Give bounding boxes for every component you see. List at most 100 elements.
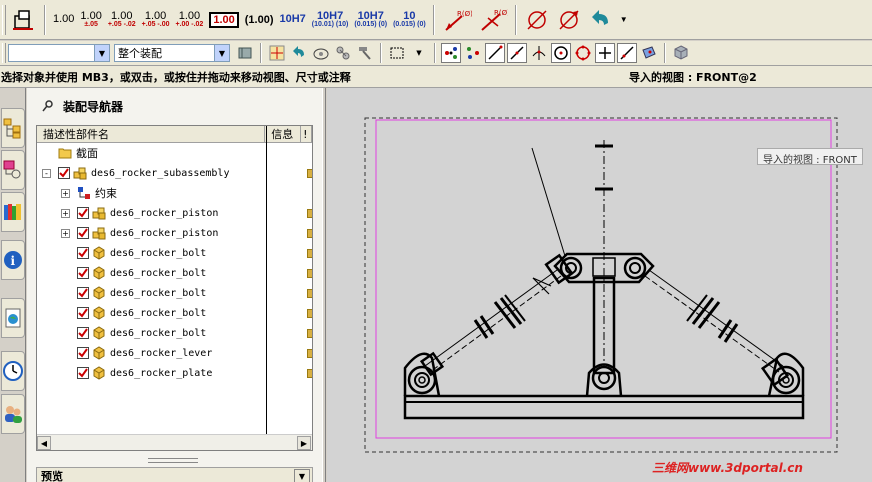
snap-control-button[interactable] [463,43,483,63]
dim-format-button-3[interactable]: 1.00 +.05 -.00 [142,4,170,36]
toolbar-grip[interactable] [2,4,6,35]
reset-filter-button[interactable] [289,43,309,63]
history-tab[interactable] [1,351,25,391]
diameter-button[interactable] [524,4,550,36]
visibility-checkbox[interactable] [77,307,89,319]
tree-row[interactable]: des6_rocker_bolt [37,243,312,263]
expand-icon[interactable]: + [61,208,70,218]
web-browser-tab[interactable] [1,298,25,338]
drafting-view-button[interactable] [11,4,37,36]
roles-tab[interactable] [1,394,25,434]
scroll-right-icon[interactable]: ▶ [297,436,311,450]
panel-splitter[interactable] [148,458,198,463]
tree-row[interactable]: + 约束 [37,183,312,203]
dim-format-button-2[interactable]: 1.00 +.05 -.02 [108,4,136,36]
base-plate[interactable] [403,394,805,420]
tree-row[interactable]: des6_rocker_plate [37,363,312,383]
snap-existing-point-button[interactable] [595,43,615,63]
snap-on-surface-button[interactable] [639,43,659,63]
cube-view-button[interactable] [671,43,691,63]
visibility-checkbox[interactable] [58,167,70,179]
tree-row[interactable]: des6_rocker_bolt [37,303,312,323]
tree-row[interactable]: + des6_rocker_piston [37,203,312,223]
fit-dim-button-2[interactable]: 10H7 (0.015) (0) [354,4,387,36]
snap-on-curve-button[interactable] [617,43,637,63]
expand-icon[interactable]: + [61,228,70,238]
chevron-down-icon[interactable]: ▼ [294,469,310,482]
column-header-name[interactable]: 描述性部件名 [37,126,266,142]
visibility-checkbox[interactable] [77,327,89,339]
diameter-icon [527,9,547,30]
rectangle-select-button[interactable] [387,43,407,63]
tree-row[interactable]: + des6_rocker_piston [37,223,312,243]
radius-dim-button[interactable]: R(Ø) [442,4,472,36]
tree-row[interactable]: des6_rocker_lever [37,343,312,363]
visibility-checkbox[interactable] [77,247,89,259]
snap-line-button[interactable] [485,43,505,63]
tree-row[interactable]: - des6_rocker_subassembly [37,163,312,183]
scroll-left-icon[interactable]: ◀ [37,436,51,450]
basic-dim-button[interactable]: 1.00 [209,4,239,36]
reference-dim-button[interactable]: (1.00) [245,4,274,36]
component-select-button[interactable] [333,43,353,63]
info-tab[interactable]: i [1,240,25,280]
visibility-checkbox[interactable] [77,207,89,219]
reuse-library-tab[interactable] [1,192,25,232]
snap-quadrant-button[interactable] [573,43,593,63]
fit-dim-button-3[interactable]: 10 (0.015) (0) [393,4,426,36]
filter-button[interactable] [235,43,255,63]
dim-main-text: 1.00 [144,9,167,22]
tree-row-label: des6_rocker_bolt [110,287,207,299]
horizontal-scrollbar[interactable]: ◀ ▶ [37,434,312,450]
assembly-navigator-tab[interactable] [1,108,25,148]
snap-midpoint-button[interactable] [507,43,527,63]
toolbar-grip[interactable] [2,43,6,63]
select-all-button[interactable] [267,43,287,63]
visibility-checkbox[interactable] [77,367,89,379]
quadrant-icon [575,45,591,61]
expand-icon[interactable]: + [61,188,70,198]
part-navigator-tab[interactable] [1,150,25,190]
tree-row[interactable]: des6_rocker_bolt [37,263,312,283]
dim-format-button-0[interactable]: 1.00 [53,4,74,36]
visibility-checkbox[interactable] [77,267,89,279]
collapse-icon[interactable]: - [42,168,51,178]
snap-center-button[interactable] [551,43,571,63]
hammer-button[interactable] [355,43,375,63]
preview-section[interactable]: 预览 ▼ [36,467,313,482]
tree-row[interactable]: des6_rocker_bolt [37,323,312,343]
chevron-down-icon[interactable]: ▼ [214,45,229,61]
column-header-status[interactable]: ! [301,126,312,142]
left-piston[interactable] [424,269,562,373]
graphics-window[interactable]: 导入的视图 : FRONT 三维网www.3dportal.cn [327,88,872,482]
rocker-assembly-drawing[interactable] [403,140,805,420]
type-filter-combo[interactable]: ▼ [8,44,110,62]
lever-column[interactable] [592,276,616,375]
chevron-down-icon[interactable]: ▼ [94,45,109,61]
pin-icon[interactable] [41,99,55,113]
visibility-checkbox[interactable] [77,227,89,239]
fit-dim-button-0[interactable]: 10H7 [280,4,306,36]
visibility-checkbox[interactable] [77,347,89,359]
dim-format-button-4[interactable]: 1.00 +.00 -.02 [176,4,204,36]
undo-arrow-button[interactable] [588,4,614,36]
right-piston[interactable] [644,269,790,387]
panel-divider[interactable] [322,88,326,482]
tree-row[interactable]: 截面 [37,143,312,163]
view-rotate-button[interactable] [311,43,331,63]
diameter-leader-button[interactable] [556,4,582,36]
dim-format-button-1[interactable]: 1.00 ±.05 [80,4,101,36]
rectangle-select-dropdown[interactable]: ▼ [409,43,429,63]
visibility-checkbox[interactable] [77,287,89,299]
fit-dim-3: 10 (0.015) (0) [393,10,426,28]
selection-scope-combo[interactable]: 整个装配 ▼ [114,44,230,62]
snap-intersection-button[interactable] [529,43,549,63]
tree-row[interactable]: des6_rocker_bolt [37,283,312,303]
toolbar-overflow-button[interactable]: ▼ [620,4,628,36]
cube-icon [674,45,688,60]
snap-endpoint-button[interactable] [441,43,461,63]
fit-dim-button-1[interactable]: 10H7 (10.01) (10) [312,4,349,36]
column-header-info[interactable]: 信息 [265,126,302,142]
radius-dim-alt-button[interactable]: R(Ø) [478,4,508,36]
column-divider [266,126,267,450]
